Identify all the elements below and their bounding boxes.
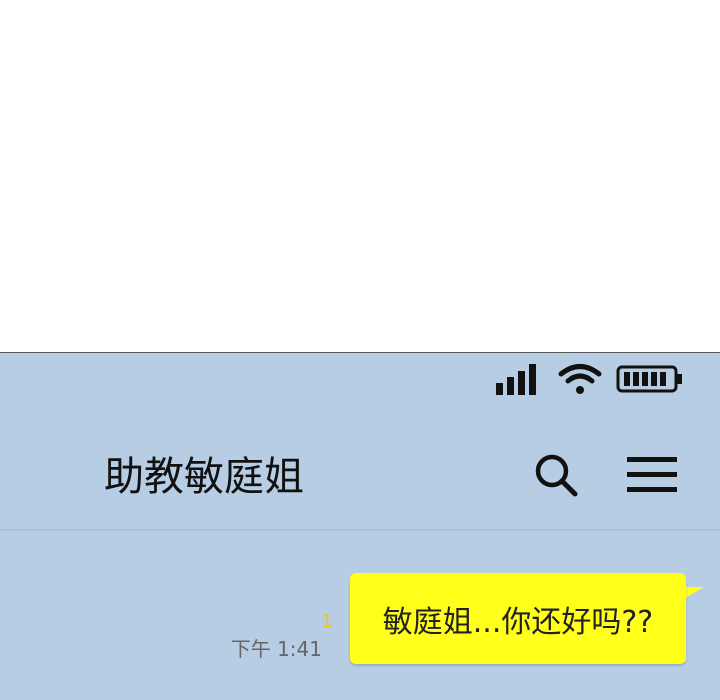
message-bubble[interactable]: 敏庭姐...你还好吗?? bbox=[350, 573, 686, 664]
menu-button[interactable] bbox=[624, 449, 680, 505]
wifi-icon bbox=[558, 363, 602, 399]
hamburger-menu-icon bbox=[626, 455, 678, 499]
status-bar bbox=[496, 361, 684, 401]
signal-bars-icon bbox=[496, 363, 544, 399]
search-button[interactable] bbox=[528, 449, 584, 505]
search-icon bbox=[533, 452, 579, 502]
page: 助教敏庭姐 1 下午 1:41 敏庭姐...你还好吗?? bbox=[0, 0, 720, 700]
chat-header: 助教敏庭姐 bbox=[0, 441, 720, 531]
message-text: 敏庭姐...你还好吗?? bbox=[382, 604, 654, 640]
unread-count: 1 bbox=[322, 611, 333, 631]
message-row: 1 下午 1:41 敏庭姐...你还好吗?? bbox=[0, 573, 720, 673]
chat-screen: 助教敏庭姐 1 下午 1:41 敏庭姐...你还好吗?? bbox=[0, 352, 720, 700]
chat-title: 助教敏庭姐 bbox=[104, 454, 304, 500]
message-timestamp: 下午 1:41 bbox=[230, 637, 322, 661]
battery-icon bbox=[616, 363, 684, 399]
